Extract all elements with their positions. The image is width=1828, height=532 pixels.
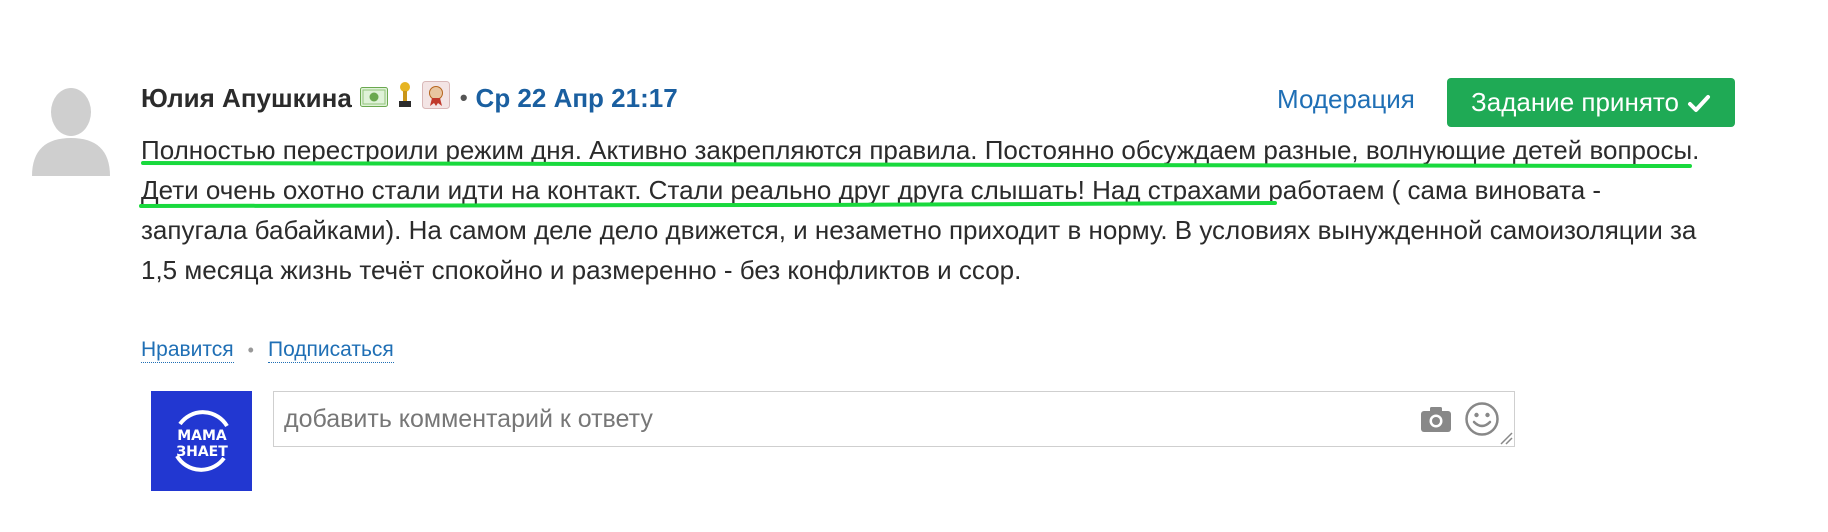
money-badge-icon [359, 83, 388, 114]
checkmark-icon [1687, 94, 1710, 112]
user-avatar[interactable] [24, 82, 118, 176]
header-separator: • [459, 85, 468, 110]
emoji-icon[interactable] [1464, 401, 1500, 437]
post-actions: Нравится • Подписаться [141, 338, 394, 363]
logo-text-bottom: ЗНАЕТ [176, 444, 228, 460]
subscribe-link[interactable]: Подписаться [267, 338, 394, 363]
task-accepted-label: Задание принято [1471, 87, 1679, 117]
resize-handle-icon[interactable] [1499, 431, 1513, 445]
post-body: Полностью перестроили режим дня. Активно… [141, 135, 1700, 285]
medal-badge-icon [421, 80, 450, 116]
post-header: Юлия Апушкина • Ср 22 Апр 21:17 [141, 80, 678, 116]
author-name[interactable]: Юлия Апушкина [141, 83, 352, 114]
comment-input[interactable] [274, 392, 1514, 446]
logo-text-top: МАМА [177, 428, 227, 444]
mama-znaet-logo-icon: МАМА ЗНАЕТ [174, 410, 229, 472]
moderation-link[interactable]: Модерация [1277, 84, 1415, 115]
post-timestamp[interactable]: Ср 22 Апр 21:17 [476, 83, 678, 114]
like-link[interactable]: Нравится [141, 338, 234, 363]
task-accepted-button[interactable]: Задание принято [1447, 78, 1735, 127]
comment-box [273, 391, 1515, 447]
actions-separator: • [247, 340, 254, 360]
trophy-badge-icon [396, 81, 414, 116]
avatar-silhouette-icon [32, 88, 110, 176]
camera-icon[interactable] [1420, 404, 1452, 434]
commenter-avatar-logo: МАМА ЗНАЕТ [151, 391, 252, 491]
